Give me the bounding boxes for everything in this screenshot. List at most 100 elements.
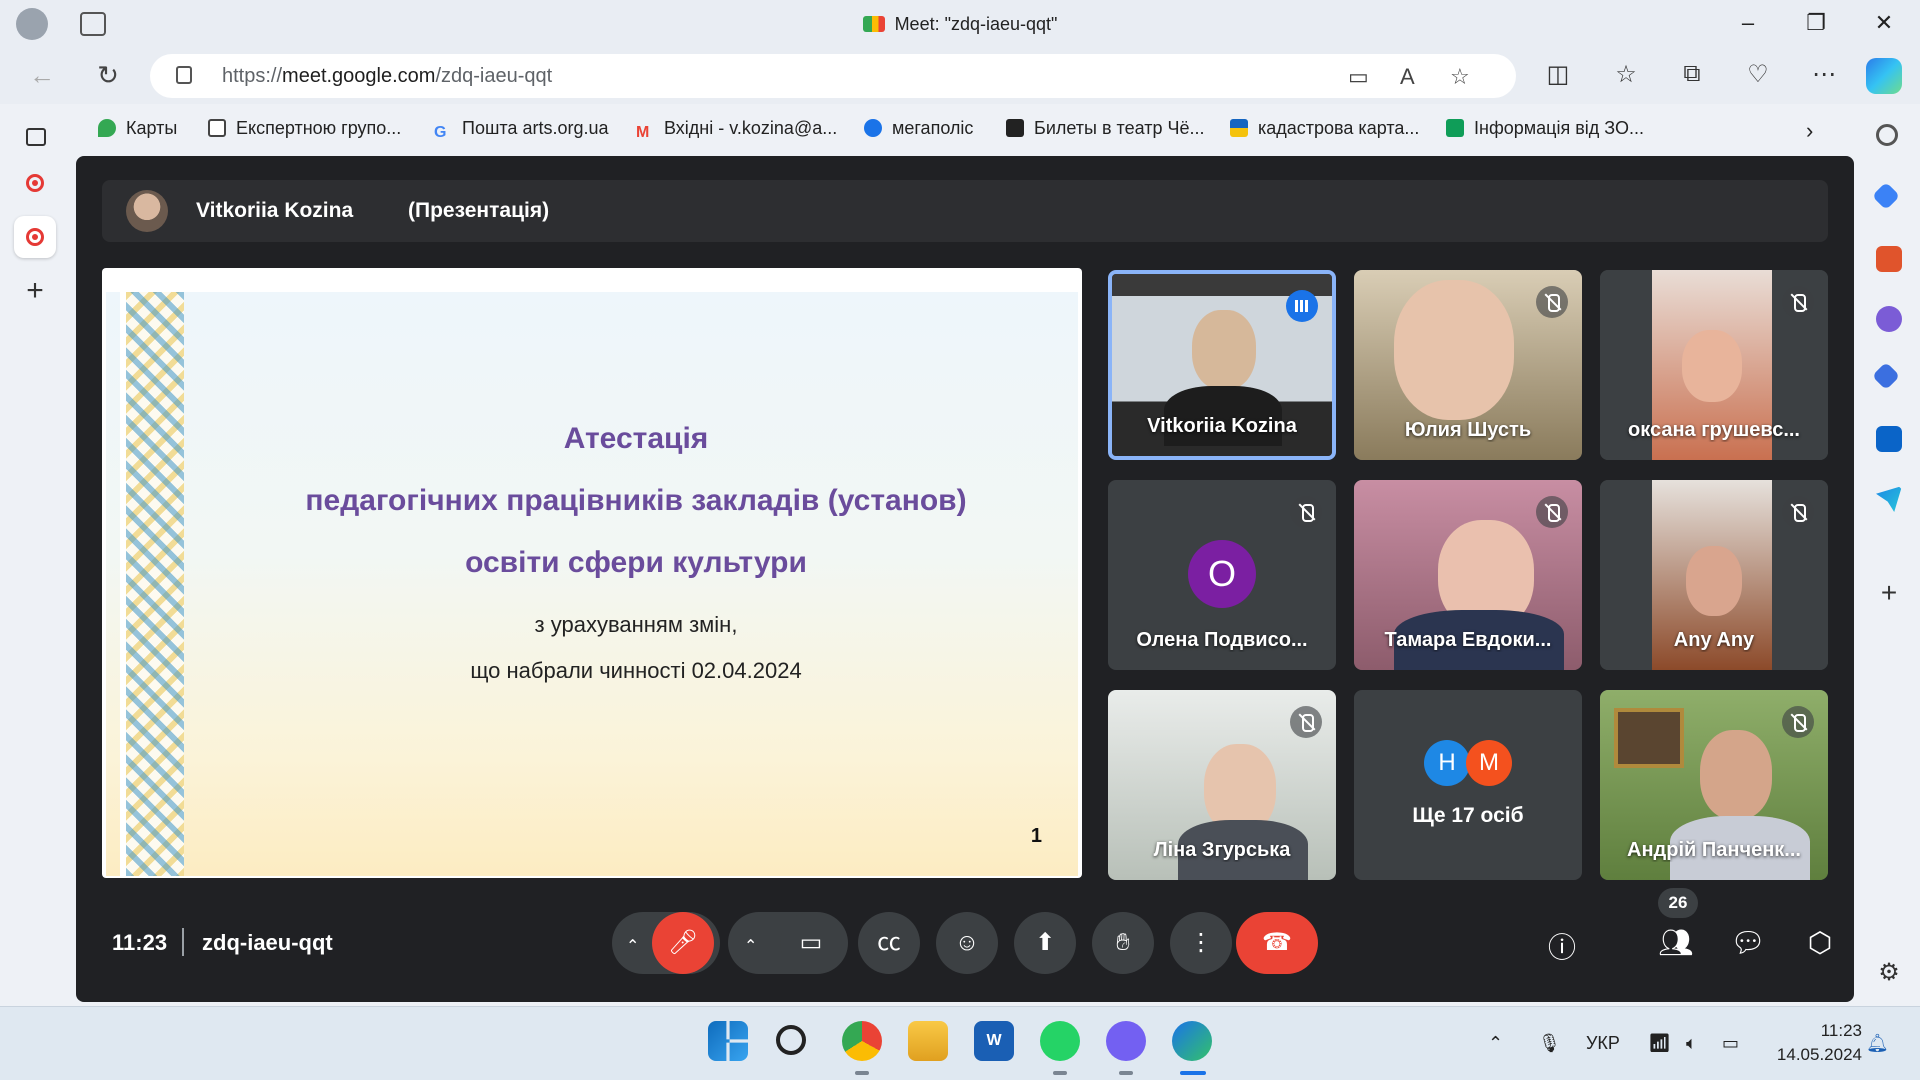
notifications-bell-icon[interactable]: 🔔︎ [1866, 1033, 1889, 1054]
viber-icon[interactable] [1106, 1021, 1146, 1061]
tab-strip-icon[interactable] [14, 116, 56, 158]
favorite-item[interactable]: Інформація від ЗО... [1446, 118, 1644, 139]
back-button[interactable]: ← [24, 60, 60, 91]
file-explorer-icon[interactable] [908, 1021, 948, 1061]
running-indicator [855, 1071, 869, 1075]
recording-tab-icon[interactable] [14, 162, 56, 204]
url-text[interactable]: https://meet.google.com/zdq-iaeu-qqt [222, 65, 552, 88]
edge-icon[interactable] [1172, 1021, 1212, 1061]
mic-off-icon [1536, 286, 1568, 318]
favorite-label: кадастрова карта... [1258, 118, 1420, 138]
meeting-info-icon[interactable]: ⓘ [1540, 926, 1584, 966]
favorite-item[interactable]: мегаполіс [864, 118, 973, 139]
participant-face [1682, 330, 1742, 402]
shopping-tag-icon[interactable] [1871, 181, 1901, 211]
participant-tile[interactable]: Vitkoriia Kozina [1108, 270, 1336, 460]
start-windows-icon[interactable] [708, 1021, 748, 1061]
other-participant-avatar: Н [1424, 740, 1470, 786]
word-icon[interactable]: W [974, 1021, 1014, 1061]
performance-icon[interactable]: ♡ [1740, 60, 1776, 89]
new-tab-plus-icon[interactable]: + [14, 270, 56, 312]
participant-tile[interactable]: Юлия Шусть [1354, 270, 1582, 460]
window-title-text: Meet: "zdq-iaeu-qqt" [894, 14, 1058, 34]
participant-tile[interactable]: О Олена Подвисо... [1108, 480, 1336, 670]
restore-button[interactable]: ❐ [1796, 10, 1836, 36]
send-icon[interactable] [1876, 486, 1902, 512]
participant-name: Юлия Шусть [1404, 419, 1532, 441]
add-sidebar-app-icon[interactable]: + [1876, 579, 1902, 607]
search-taskbar-icon[interactable] [776, 1025, 806, 1055]
settings-gear-icon[interactable]: ⚙ [1876, 960, 1902, 986]
more-options-button[interactable]: ⋮ [1170, 912, 1232, 974]
microsoft-365-icon[interactable] [1871, 361, 1901, 391]
read-aloud-icon[interactable]: A [1400, 64, 1415, 90]
end-call-button[interactable]: ☎ [1236, 912, 1318, 974]
participant-tile[interactable]: оксана грушевс... [1600, 270, 1828, 460]
tools-briefcase-icon[interactable] [1876, 246, 1902, 272]
running-indicator [1053, 1071, 1067, 1075]
wifi-icon[interactable]: 📶︎ [1648, 1033, 1671, 1054]
outlook-icon[interactable] [1876, 426, 1902, 452]
favorite-item[interactable]: M Вхідні - v.kozina@a... [636, 118, 837, 142]
favorites-more-chevron-icon[interactable]: › [1806, 118, 1813, 144]
microphone-toggle-button[interactable]: 🎤︎ [652, 912, 714, 974]
maps-icon [98, 119, 116, 137]
camera-toggle-button[interactable]: ▭ [780, 912, 842, 974]
more-menu-icon[interactable]: ⋯ [1806, 60, 1842, 89]
whatsapp-icon[interactable] [1040, 1021, 1080, 1061]
favorite-item[interactable]: G Пошта arts.org.ua [434, 118, 609, 142]
favorite-item[interactable]: Карты [98, 118, 177, 139]
volume-icon[interactable]: 🔈︎ [1686, 1033, 1697, 1054]
chrome-icon[interactable] [842, 1021, 882, 1061]
lock-icon[interactable] [176, 66, 192, 84]
split-screen-icon[interactable]: ◫ [1540, 60, 1576, 89]
active-meet-tab-icon[interactable] [14, 216, 56, 258]
participant-tile[interactable]: Тамара Евдоки... [1354, 480, 1582, 670]
megapolis-icon [864, 119, 882, 137]
reactions-button[interactable]: ☺ [936, 912, 998, 974]
show-hidden-icons-chevron-icon[interactable]: ⌃ [1488, 1033, 1503, 1054]
close-window-button[interactable]: ✕ [1864, 10, 1904, 36]
browser-title-bar: Meet: "zdq-iaeu-qqt" – ❐ ✕ [0, 0, 1920, 48]
mic-off-icon [1782, 286, 1814, 318]
gmail-icon: M [636, 124, 650, 141]
favorite-item[interactable]: Билеты в театр Чё... [1006, 118, 1204, 139]
raise-hand-button[interactable]: ✋︎ [1092, 912, 1154, 974]
search-icon[interactable] [1876, 124, 1898, 146]
collections-icon[interactable]: ⧉ [1674, 60, 1710, 88]
input-language-indicator[interactable]: УКР [1586, 1033, 1620, 1054]
activities-icon[interactable]: ⬡ [1798, 926, 1842, 959]
embroidery-ornament [120, 292, 184, 876]
present-screen-button[interactable]: ⬆ [1014, 912, 1076, 974]
captions-button[interactable]: ㏄ [858, 912, 920, 974]
favorite-item[interactable]: кадастрова карта... [1230, 118, 1419, 139]
page-icon [208, 119, 226, 137]
url-domain: meet.google.com [282, 65, 436, 87]
participant-tile[interactable]: Any Any [1600, 480, 1828, 670]
participant-tile[interactable]: Ліна Згурська [1108, 690, 1336, 880]
presenter-name: Vitkoriia Kozina [196, 199, 354, 222]
video-options-chevron-icon[interactable]: ⌃ [744, 936, 757, 956]
minimize-button[interactable]: – [1728, 10, 1768, 36]
windows-taskbar: W ⌃ 🎙︎ УКР 📶︎ 🔈︎ ▭ 11:23 14.05.2024 🔔︎ [0, 1006, 1920, 1080]
favorite-star-icon[interactable]: ☆ [1450, 64, 1470, 90]
wall-painting [1614, 708, 1684, 768]
system-clock[interactable]: 11:23 14.05.2024 [1777, 1019, 1862, 1067]
people-icon[interactable]: 👥︎ [1654, 926, 1698, 959]
camera-permission-icon[interactable]: ▭ [1348, 64, 1369, 90]
games-icon[interactable] [1876, 306, 1902, 332]
copilot-icon[interactable] [1866, 58, 1902, 94]
slide-subtitle-line-1: педагогічних працівників закладів (устан… [305, 484, 967, 517]
theatre-icon [1006, 119, 1024, 137]
audio-options-chevron-icon[interactable]: ⌃ [626, 936, 639, 956]
favorites-icon[interactable]: ☆ [1608, 60, 1644, 89]
favorite-label: Пошта arts.org.ua [462, 118, 609, 138]
address-bar[interactable]: https://meet.google.com/zdq-iaeu-qqt ▭ A… [150, 54, 1516, 98]
participant-tile[interactable]: Андрій Панченк... [1600, 690, 1828, 880]
battery-icon[interactable]: ▭ [1722, 1033, 1739, 1054]
microphone-tray-icon[interactable]: 🎙︎ [1538, 1033, 1561, 1054]
others-tile[interactable]: Н М Ще 17 осіб [1354, 690, 1582, 880]
favorite-item[interactable]: Експертною групо... [208, 118, 401, 139]
refresh-button[interactable]: ↻ [90, 60, 126, 91]
chat-icon[interactable]: 💬︎ [1726, 926, 1770, 959]
